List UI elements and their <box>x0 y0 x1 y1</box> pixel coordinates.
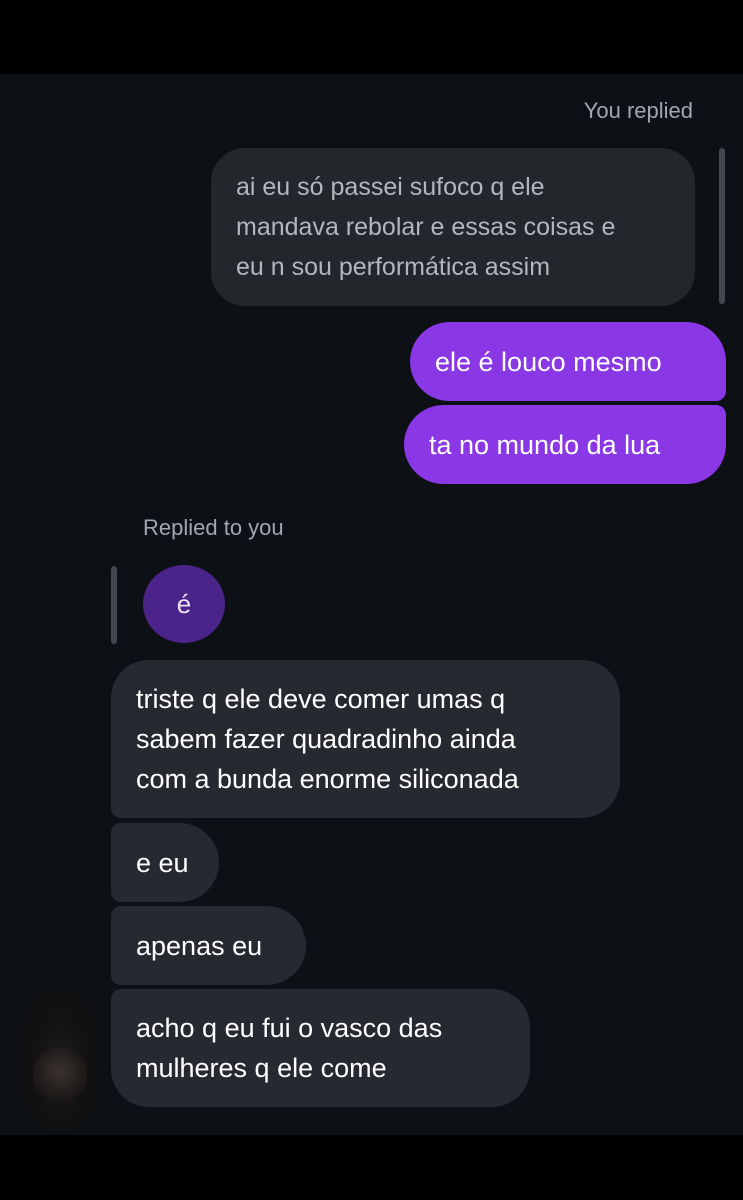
chat-thread[interactable]: You replied ai eu só passei sufoco q ele… <box>0 74 743 1135</box>
you-replied-label: You replied <box>583 98 693 123</box>
contact-avatar[interactable] <box>18 989 102 1129</box>
top-black-bar <box>0 0 743 74</box>
avatar-photo-icon <box>33 1047 87 1101</box>
received-message-bubble[interactable]: apenas eu <box>111 906 306 985</box>
received-message-bubble[interactable]: e eu <box>111 823 219 902</box>
bottom-black-bar <box>0 1135 743 1200</box>
sent-message-bubble[interactable]: ele é louco mesmo <box>410 322 726 401</box>
reply-indicator-bar-incoming <box>111 566 117 644</box>
replied-to-you-label: Replied to you <box>143 515 284 540</box>
quoted-message-incoming[interactable]: é <box>143 565 225 643</box>
received-message-bubble[interactable]: triste q ele deve comer umas q sabem faz… <box>111 660 620 818</box>
quoted-message-outgoing[interactable]: ai eu só passei sufoco q ele mandava reb… <box>211 148 695 306</box>
received-message-bubble[interactable]: acho q eu fui o vasco das mulheres q ele… <box>111 989 530 1107</box>
sent-message-bubble[interactable]: ta no mundo da lua <box>404 405 726 484</box>
reply-indicator-bar-outgoing <box>719 148 725 304</box>
